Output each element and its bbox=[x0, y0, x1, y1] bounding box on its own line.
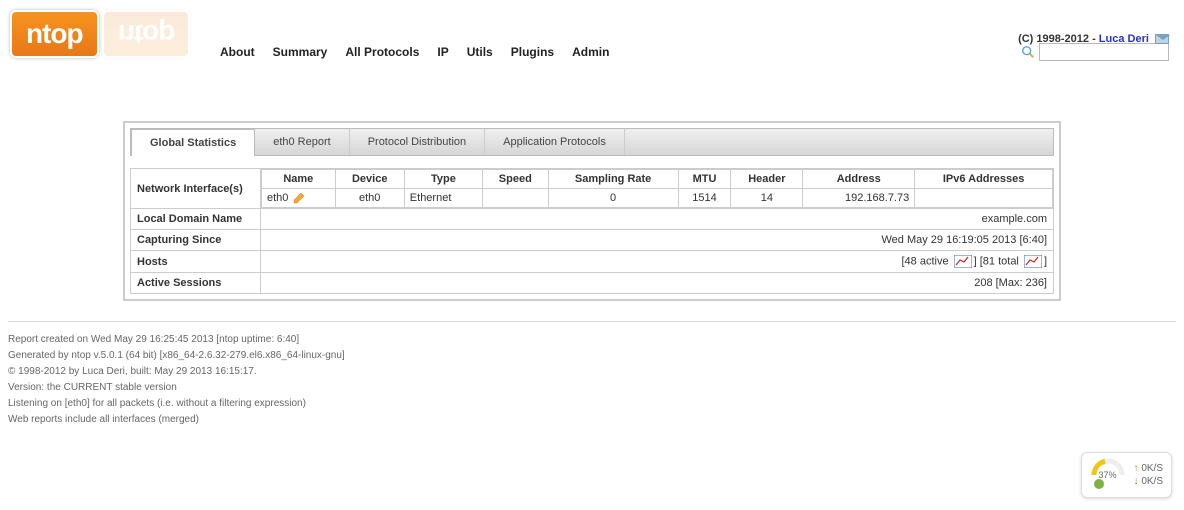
nav-summary[interactable]: Summary bbox=[273, 45, 328, 59]
nav-about[interactable]: About bbox=[220, 45, 255, 59]
stats-table: Network Interface(s) Name Device Type Sp… bbox=[130, 168, 1054, 294]
interfaces-table: Name Device Type Speed Sampling Rate MTU… bbox=[261, 169, 1053, 208]
hosts-total-sep: ] [81 total bbox=[974, 256, 1022, 268]
interfaces-label: Network Interface(s) bbox=[131, 169, 261, 209]
up-rate: 0K/S bbox=[1141, 463, 1163, 474]
tab-protocol-distribution[interactable]: Protocol Distribution bbox=[350, 129, 485, 155]
iface-th-mtu: MTU bbox=[678, 170, 731, 189]
rates: ↑ 0K/S ↓ 0K/S bbox=[1134, 462, 1163, 488]
gauge-percent: 37% bbox=[1099, 470, 1117, 480]
tab-application-protocols[interactable]: Application Protocols bbox=[485, 129, 625, 155]
logo-container: ntop ntop bbox=[10, 8, 190, 58]
iface-th-header: Header bbox=[731, 170, 803, 189]
iface-th-sampling: Sampling Rate bbox=[548, 170, 678, 189]
iface-mtu: 1514 bbox=[678, 189, 731, 208]
iface-speed bbox=[483, 189, 549, 208]
tab-eth0-report[interactable]: eth0 Report bbox=[255, 129, 349, 155]
chart-icon[interactable] bbox=[954, 255, 972, 268]
nav-ip[interactable]: IP bbox=[437, 45, 448, 59]
search-input[interactable] bbox=[1039, 43, 1169, 61]
footer-line: Version: the CURRENT stable version bbox=[8, 380, 1176, 396]
tab-global-statistics[interactable]: Global Statistics bbox=[131, 129, 255, 156]
footer-line: Web reports include all interfaces (merg… bbox=[8, 412, 1176, 428]
hosts-label: Hosts bbox=[131, 251, 261, 273]
iface-th-device: Device bbox=[335, 170, 404, 189]
mail-icon[interactable] bbox=[1155, 34, 1169, 44]
brand-logo[interactable]: ntop bbox=[10, 10, 99, 58]
local-domain-value: example.com bbox=[261, 209, 1054, 230]
iface-th-type: Type bbox=[404, 170, 482, 189]
pencil-icon[interactable] bbox=[293, 192, 305, 204]
sessions-label: Active Sessions bbox=[131, 273, 261, 294]
iface-th-ipv6: IPv6 Addresses bbox=[915, 170, 1053, 189]
copyright: (C) 1998-2012 - Luca Deri bbox=[1018, 8, 1169, 45]
nav-admin[interactable]: Admin bbox=[572, 45, 609, 59]
iface-ipv6 bbox=[915, 189, 1053, 208]
search-container bbox=[1021, 43, 1169, 61]
footer-line: Report created on Wed May 29 16:25:45 20… bbox=[8, 332, 1176, 348]
hosts-active: [48 active bbox=[901, 256, 951, 268]
tab-bar: Global Statistics eth0 Report Protocol D… bbox=[130, 128, 1054, 156]
iface-device: eth0 bbox=[335, 189, 404, 208]
local-domain-label: Local Domain Name bbox=[131, 209, 261, 230]
main-panel: Global Statistics eth0 Report Protocol D… bbox=[123, 121, 1061, 301]
hosts-value: [48 active ] [81 total ] bbox=[261, 251, 1054, 273]
nav-utils[interactable]: Utils bbox=[467, 45, 493, 59]
iface-name[interactable]: eth0 bbox=[267, 192, 288, 204]
iface-type: Ethernet bbox=[404, 189, 482, 208]
footer-line: Listening on [eth0] for all packets (i.e… bbox=[8, 396, 1176, 412]
gauge-dial: 37% bbox=[1090, 457, 1126, 493]
capturing-since-label: Capturing Since bbox=[131, 230, 261, 251]
iface-th-speed: Speed bbox=[483, 170, 549, 189]
nav-all-protocols[interactable]: All Protocols bbox=[345, 45, 419, 59]
search-icon[interactable] bbox=[1021, 45, 1035, 59]
footer-line: © 1998-2012 by Luca Deri, built: May 29 … bbox=[8, 364, 1176, 380]
capturing-since-value: Wed May 29 16:19:05 2013 [6:40] bbox=[261, 230, 1054, 251]
throughput-gauge: 37% ↑ 0K/S ↓ 0K/S bbox=[1081, 452, 1172, 498]
separator bbox=[8, 321, 1176, 322]
footer-line: Generated by ntop v.5.0.1 (64 bit) [x86_… bbox=[8, 348, 1176, 364]
hosts-end: ] bbox=[1044, 256, 1047, 268]
brand-logo-reflection: ntop bbox=[102, 10, 191, 58]
main-nav: About Summary All Protocols IP Utils Plu… bbox=[220, 45, 609, 59]
interface-row: eth0 eth0 Ethernet 0 1514 14 192.168.7.7… bbox=[262, 189, 1053, 208]
footer-block: Report created on Wed May 29 16:25:45 20… bbox=[0, 332, 1184, 440]
arrow-up-icon: ↑ bbox=[1134, 463, 1139, 474]
iface-th-name: Name bbox=[262, 170, 336, 189]
down-rate: 0K/S bbox=[1141, 476, 1163, 487]
iface-address: 192.168.7.73 bbox=[803, 189, 915, 208]
iface-header: 14 bbox=[731, 189, 803, 208]
chart-icon[interactable] bbox=[1024, 255, 1042, 268]
iface-th-address: Address bbox=[803, 170, 915, 189]
arrow-down-icon: ↓ bbox=[1134, 476, 1139, 487]
iface-sampling: 0 bbox=[548, 189, 678, 208]
sessions-value: 208 [Max: 236] bbox=[261, 273, 1054, 294]
nav-plugins[interactable]: Plugins bbox=[511, 45, 554, 59]
